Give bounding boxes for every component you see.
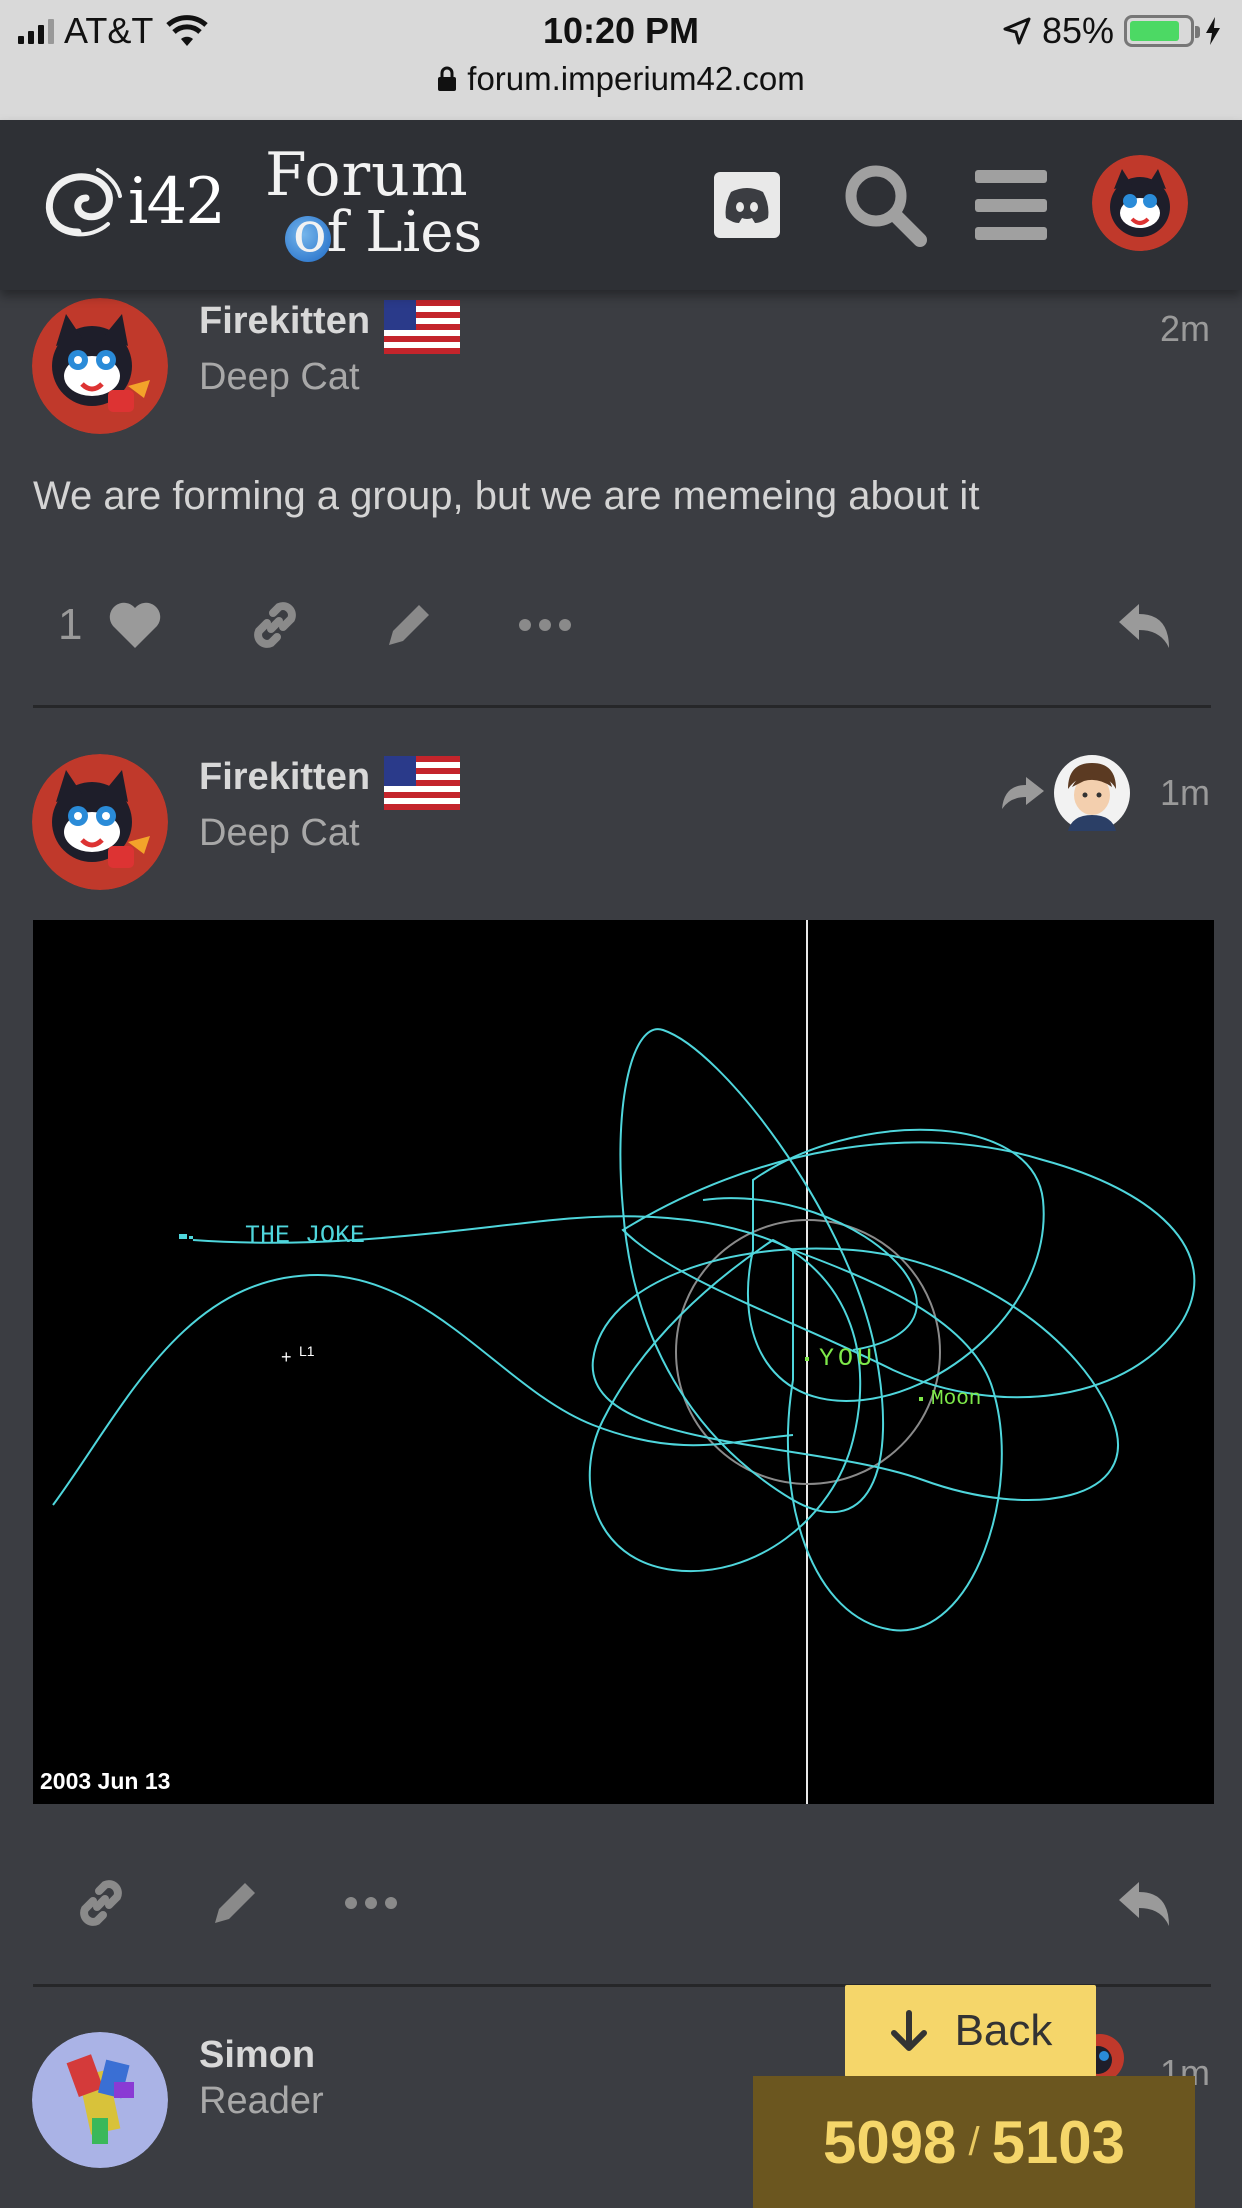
post-divider [33, 705, 1211, 708]
total-posts-number: 5103 [991, 2108, 1126, 2176]
current-post-number: 5098 [822, 2108, 957, 2176]
site-logo[interactable]: i42 [38, 162, 226, 242]
label-the-joke: THE JOKE [245, 1221, 365, 1250]
forum-logo-line1: Forum [265, 140, 469, 210]
forum-header: i42 Forum of Lies [0, 120, 1242, 290]
user-title: Reader [199, 2080, 324, 2122]
post-text: We are forming a group, but we are memei… [33, 474, 980, 518]
reply-button[interactable] [1110, 1868, 1180, 1938]
post-time[interactable]: 2m [1160, 308, 1210, 350]
like-button[interactable] [100, 590, 170, 660]
discord-icon [725, 188, 769, 223]
forum-logo-line2: of Lies [293, 200, 483, 265]
more-button[interactable] [510, 590, 580, 660]
us-flag-icon [384, 756, 460, 810]
reply-icon [1119, 604, 1169, 648]
more-button[interactable] [336, 1868, 406, 1938]
topic-progress[interactable]: 5098 / 5103 [753, 2076, 1195, 2208]
status-right: 85% [1002, 10, 1222, 52]
address-bar[interactable]: forum.imperium42.com [0, 60, 1242, 98]
charging-bolt-icon [1206, 17, 1220, 45]
username[interactable]: Firekitten [199, 756, 370, 799]
link-icon [254, 602, 296, 648]
link-icon [80, 1880, 122, 1926]
lock-icon [438, 66, 457, 91]
battery-level [1130, 21, 1180, 41]
page: AT&T 10:20 PM 85% forum.imperium42.com i… [0, 0, 1242, 2208]
pencil-icon [389, 605, 429, 645]
replied-user-avatar [1054, 755, 1130, 831]
reply-icon [1119, 1882, 1169, 1926]
back-label: Back [954, 2006, 1053, 2055]
post-time[interactable]: 1m [1160, 772, 1210, 814]
reply-button[interactable] [1110, 590, 1180, 660]
user-avatar[interactable] [32, 298, 168, 434]
back-button[interactable]: Back [845, 1985, 1096, 2077]
post-actions [0, 1868, 1242, 1948]
progress-separator: / [968, 2119, 980, 2164]
post-actions: 1 [0, 590, 1242, 670]
forum-logo[interactable]: Forum of Lies [265, 140, 483, 265]
arrow-down-icon [890, 2010, 927, 2051]
label-you: YOU [819, 1344, 876, 1373]
username[interactable]: Simon [199, 2034, 315, 2077]
reply-to-indicator[interactable] [1000, 755, 1130, 831]
pencil-icon [215, 1883, 255, 1923]
location-arrow-icon [1003, 17, 1031, 45]
site-logo-text: i42 [128, 165, 226, 239]
ellipsis-icon [345, 1897, 397, 1909]
battery-icon [1124, 15, 1200, 47]
user-title: Deep Cat [199, 356, 360, 398]
username[interactable]: Firekitten [199, 300, 370, 343]
share-link-button[interactable] [240, 590, 310, 660]
user-avatar[interactable] [32, 754, 168, 890]
post-image[interactable]: THE JOKE + L1 YOU Moon 2003 Jun 13 [33, 920, 1214, 1804]
battery-percent: 85% [1041, 10, 1114, 51]
reply-arrow-icon [1002, 777, 1044, 809]
user-title: Deep Cat [199, 812, 360, 854]
status-bar: AT&T 10:20 PM 85% forum.imperium42.com [0, 0, 1242, 120]
search-icon[interactable] [840, 160, 930, 250]
ellipsis-icon [519, 619, 571, 631]
discord-button[interactable] [714, 172, 780, 238]
edit-button[interactable] [200, 1868, 270, 1938]
url-text: forum.imperium42.com [467, 60, 805, 97]
current-user-avatar[interactable] [1092, 155, 1188, 251]
user-avatar[interactable] [32, 2032, 168, 2168]
heart-icon [109, 602, 161, 648]
us-flag-icon [384, 300, 460, 354]
hamburger-menu-icon[interactable] [975, 170, 1047, 240]
swirl-logo-icon [45, 168, 122, 237]
label-moon: Moon [931, 1388, 981, 1411]
label-l1: L1 [299, 1343, 315, 1359]
edit-button[interactable] [374, 590, 444, 660]
share-link-button[interactable] [66, 1868, 136, 1938]
like-count[interactable]: 1 [58, 600, 82, 650]
image-date: 2003 Jun 13 [40, 1768, 170, 1794]
orbit-diagram: THE JOKE + L1 YOU Moon 2003 Jun 13 [40, 920, 1196, 1804]
svg-text:+: + [281, 1347, 292, 1367]
